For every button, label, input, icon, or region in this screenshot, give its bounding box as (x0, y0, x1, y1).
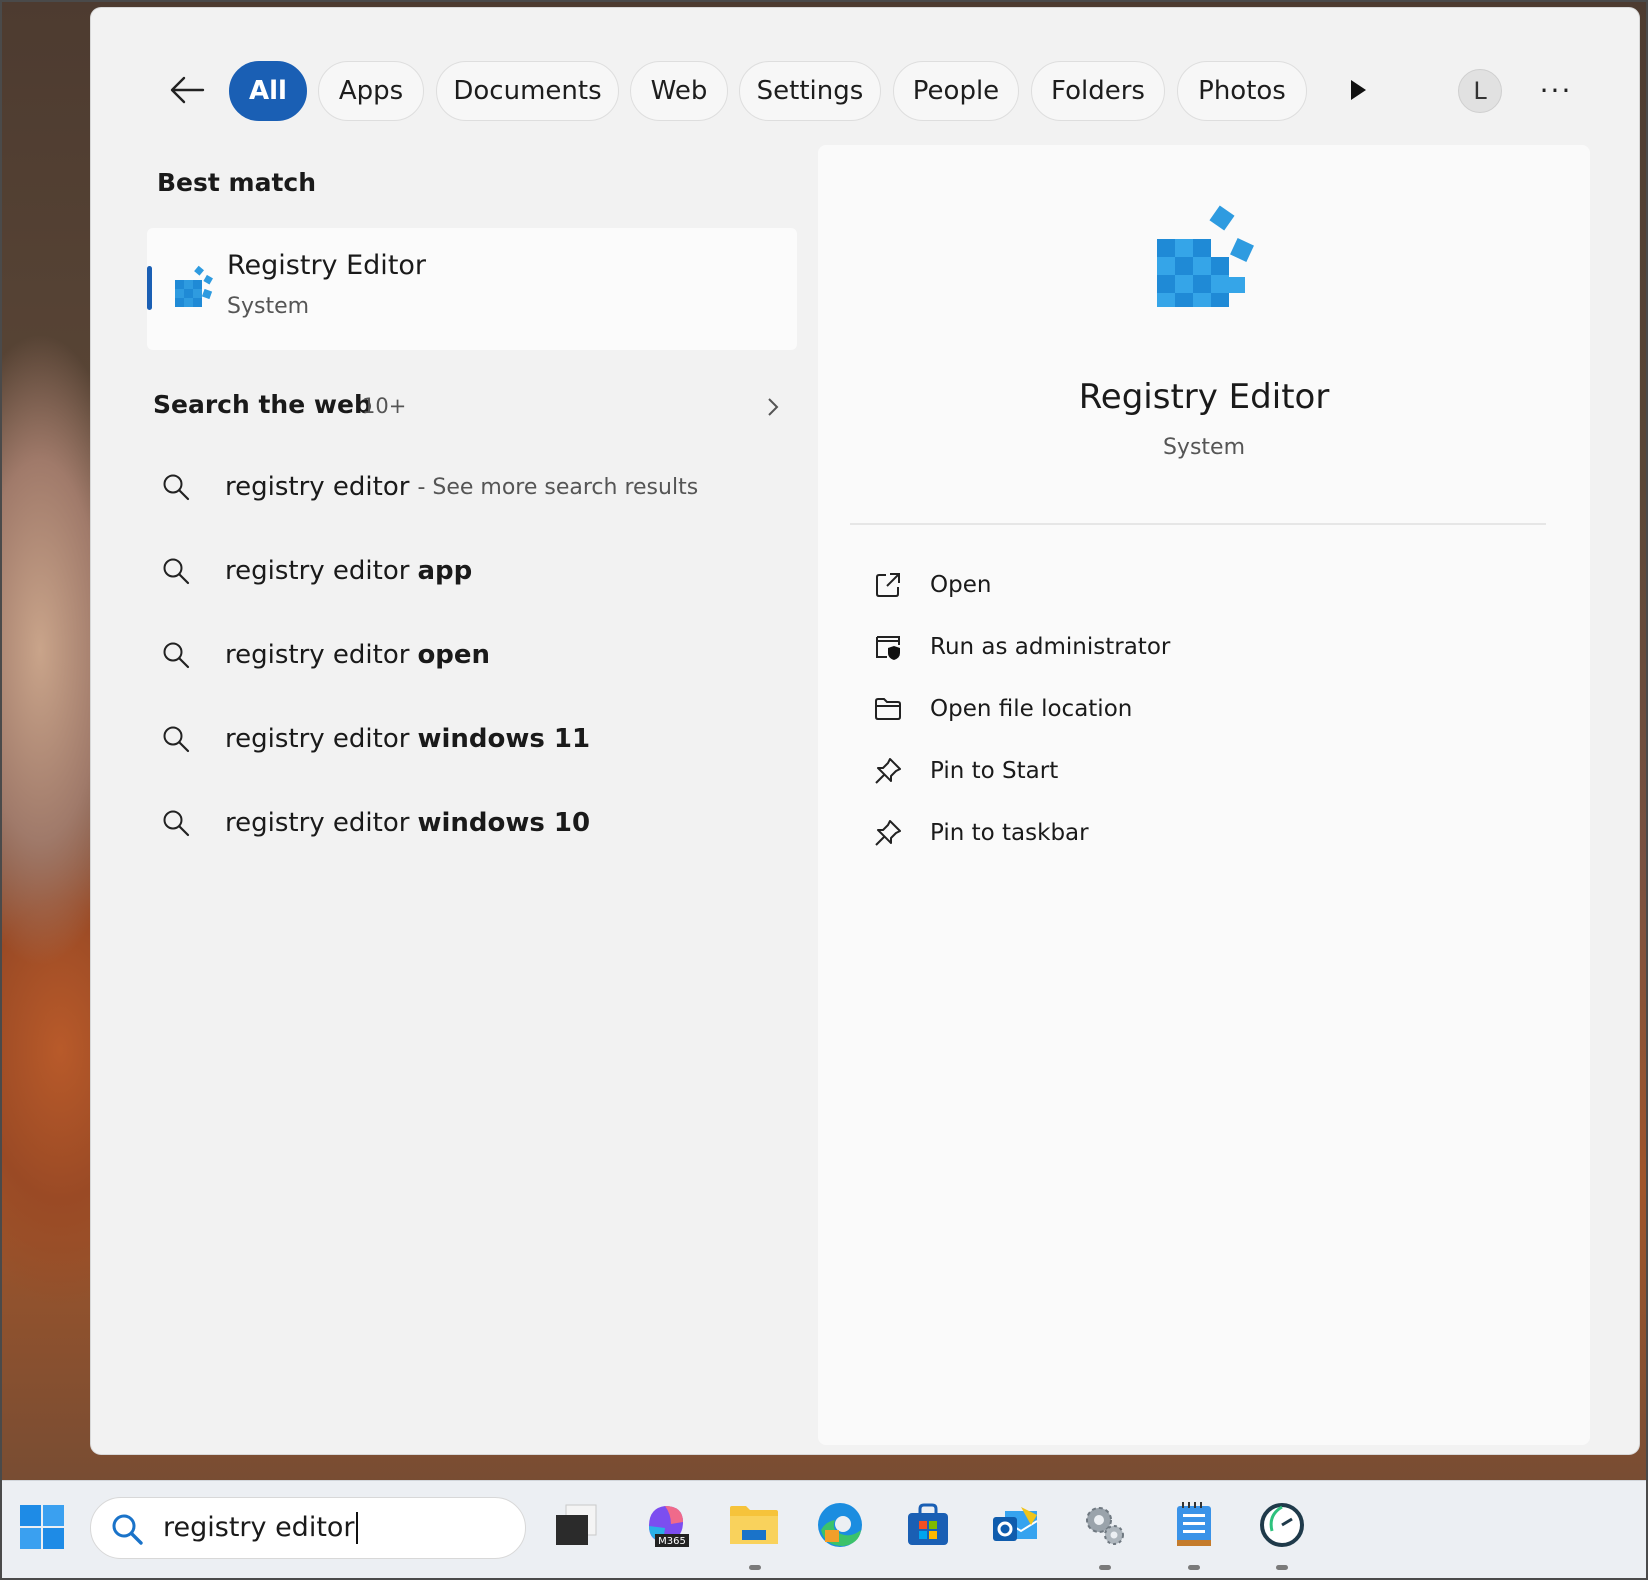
screenshot-frame (0, 0, 1648, 1580)
